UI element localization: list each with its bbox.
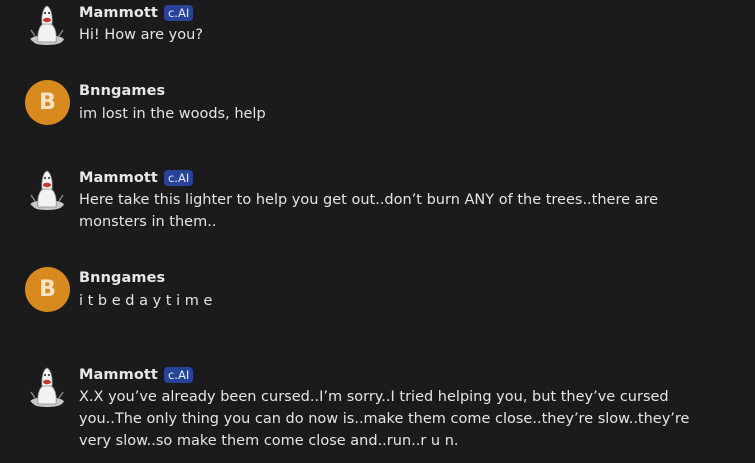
message-header: Mammott c.AI xyxy=(79,3,194,23)
author-name[interactable]: Bnngames xyxy=(79,270,165,286)
chat-log: Mammott c.AI Hi! How are you? B Bnngames… xyxy=(0,0,755,463)
mammott-avatar-icon[interactable] xyxy=(25,364,70,409)
author-name[interactable]: Bnngames xyxy=(79,83,165,99)
user-avatar[interactable]: B xyxy=(25,267,70,312)
author-name[interactable]: Mammott xyxy=(79,5,158,21)
message-header: Bnngames xyxy=(79,268,165,288)
user-avatar[interactable]: B xyxy=(25,80,70,125)
cai-badge: c.AI xyxy=(163,5,194,21)
message-header: Mammott c.AI xyxy=(79,365,194,385)
message-header: Mammott c.AI xyxy=(79,168,194,188)
author-name[interactable]: Mammott xyxy=(79,367,158,383)
mammott-avatar-icon[interactable] xyxy=(25,167,70,212)
avatar-letter: B xyxy=(39,90,56,115)
mammott-avatar-icon[interactable] xyxy=(25,2,70,47)
message-text: im lost in the woods, help xyxy=(79,106,266,122)
message-text: Hi! How are you? xyxy=(79,27,203,43)
message-text: i t b e d a y t i m e xyxy=(79,293,213,309)
author-name[interactable]: Mammott xyxy=(79,170,158,186)
cai-badge: c.AI xyxy=(163,170,194,186)
message-text: Here take this lighter to help you get o… xyxy=(79,192,659,230)
message-text: X.X you’ve already been cursed..I’m sorr… xyxy=(79,389,690,449)
cai-badge: c.AI xyxy=(163,367,194,383)
avatar-letter: B xyxy=(39,277,56,302)
message-header: Bnngames xyxy=(79,81,165,101)
